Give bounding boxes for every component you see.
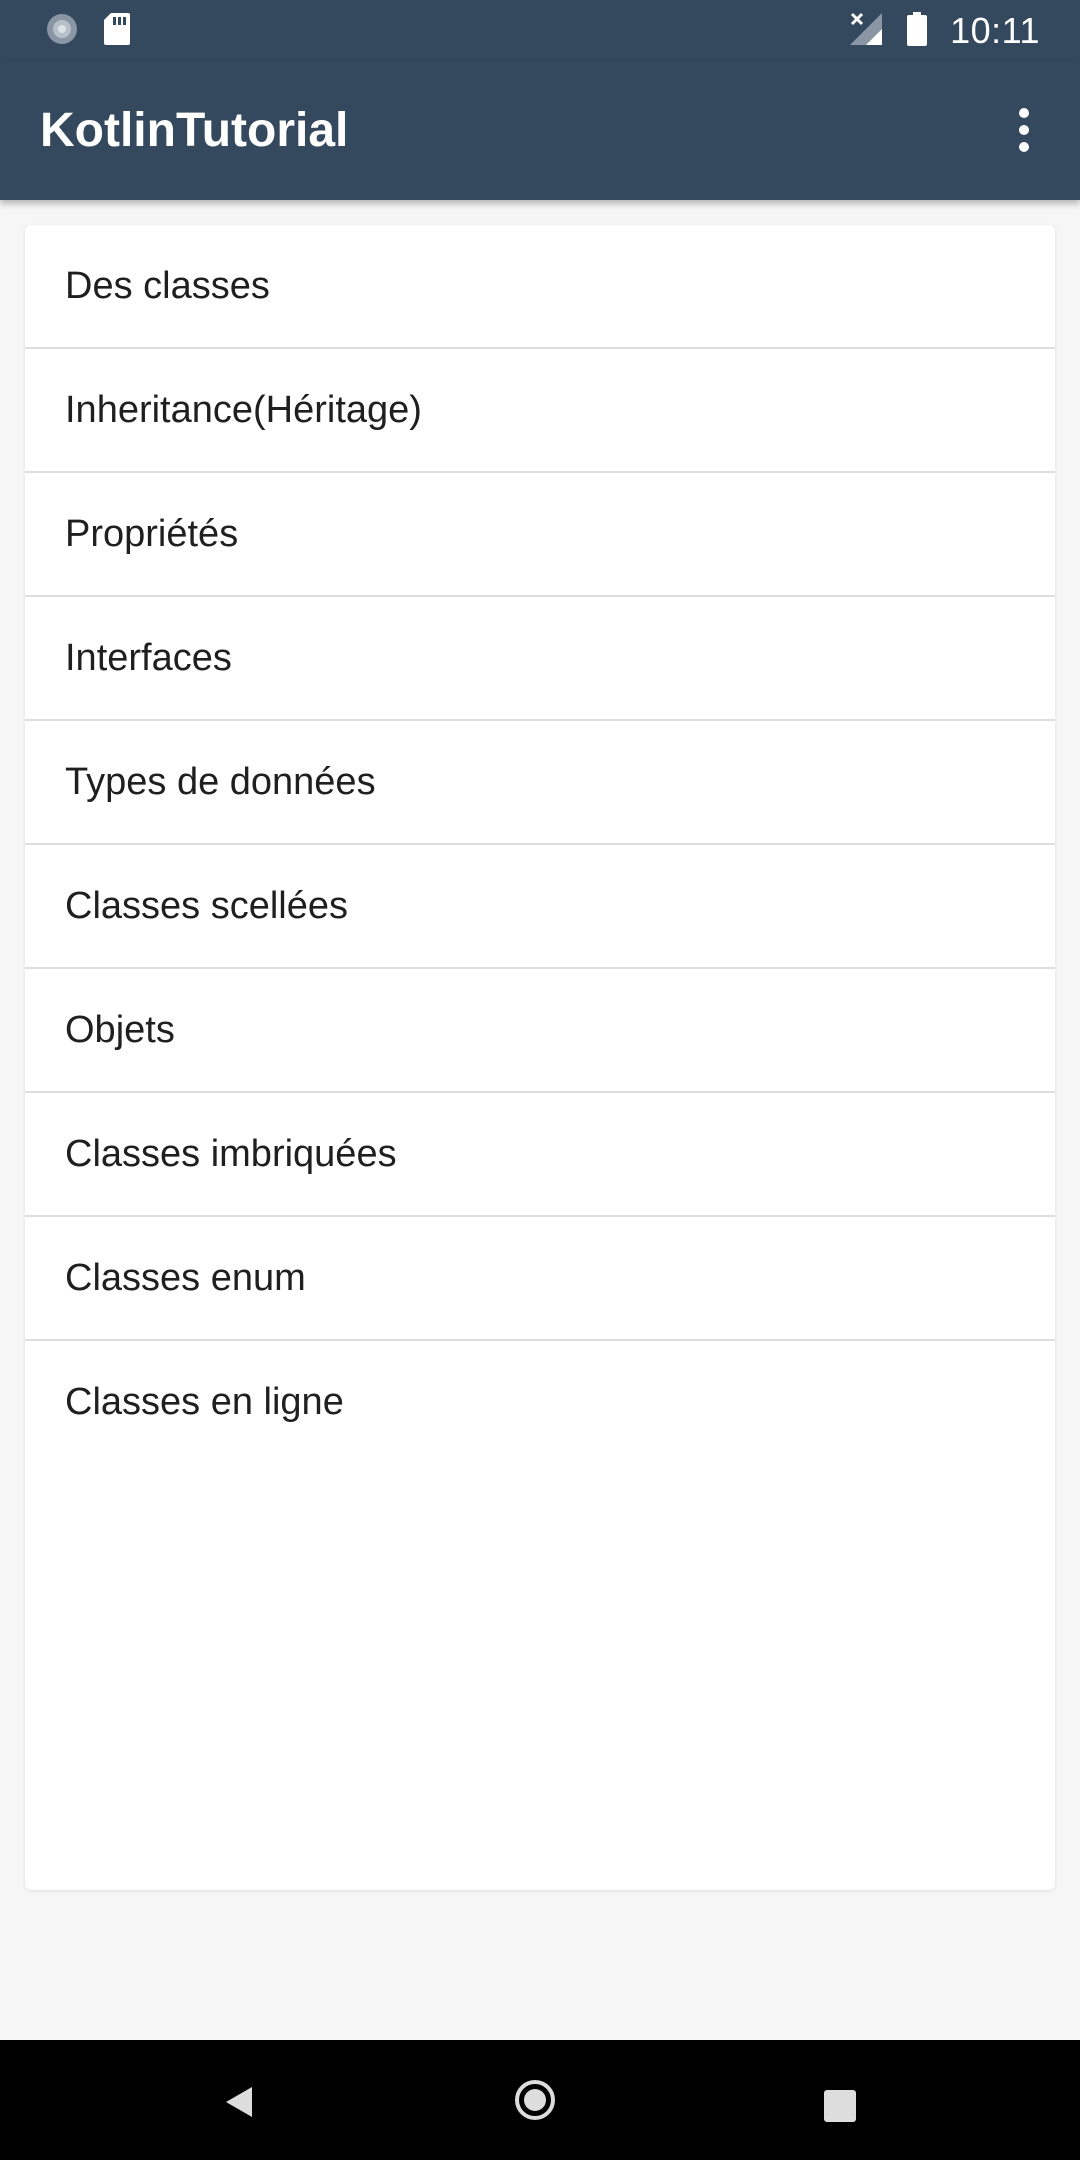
list-item-des-classes[interactable]: Des classes bbox=[25, 225, 1055, 349]
list-item-types-de-donnees[interactable]: Types de données bbox=[25, 721, 1055, 845]
status-bar: 10:11 bbox=[0, 0, 1080, 62]
back-icon[interactable] bbox=[222, 2085, 256, 2124]
more-vert-icon[interactable] bbox=[994, 100, 1054, 160]
list-item-classes-scellees[interactable]: Classes scellées bbox=[25, 845, 1055, 969]
list-item-classes-enum[interactable]: Classes enum bbox=[25, 1217, 1055, 1341]
list-item-proprietes[interactable]: Propriétés bbox=[25, 473, 1055, 597]
list-item-interfaces[interactable]: Interfaces bbox=[25, 597, 1055, 721]
sync-icon bbox=[44, 11, 80, 52]
battery-icon bbox=[906, 11, 928, 52]
topic-list: Des classes Inheritance(Héritage) Propri… bbox=[25, 225, 1055, 1890]
list-item-classes-imbriquees[interactable]: Classes imbriquées bbox=[25, 1093, 1055, 1217]
app-title: KotlinTutorial bbox=[40, 104, 349, 157]
navigation-bar bbox=[0, 2040, 1080, 2160]
list-item-classes-en-ligne[interactable]: Classes en ligne bbox=[25, 1341, 1055, 1463]
status-time: 10:11 bbox=[950, 10, 1040, 51]
list-item-objets[interactable]: Objets bbox=[25, 969, 1055, 1093]
home-icon[interactable] bbox=[515, 2080, 555, 2120]
recents-icon[interactable] bbox=[824, 2090, 856, 2122]
signal-off-icon bbox=[848, 11, 884, 52]
app-bar: KotlinTutorial bbox=[0, 62, 1080, 200]
list-item-inheritance[interactable]: Inheritance(Héritage) bbox=[25, 349, 1055, 473]
sd-card-icon bbox=[102, 11, 132, 52]
